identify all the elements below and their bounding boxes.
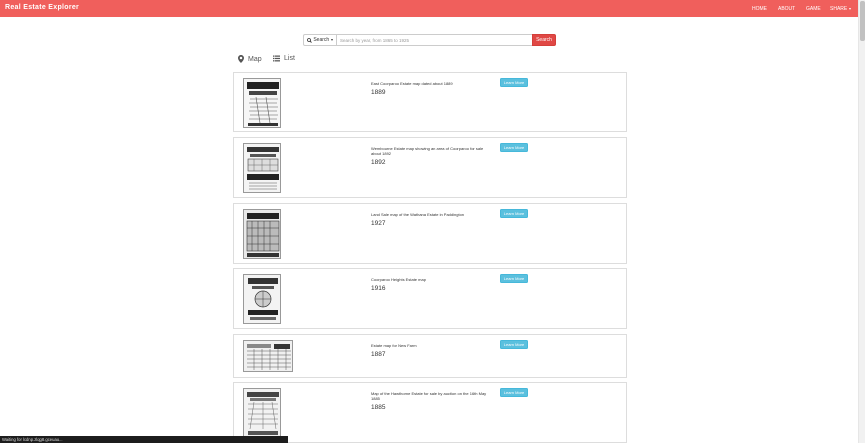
- caret-down-icon: [331, 39, 334, 41]
- listing-description: Map of the Hawthorne Estate for sale by …: [371, 391, 487, 401]
- navbar: Real Estate Explorer HOME ABOUT GAME SHA…: [0, 0, 858, 17]
- page: Real Estate Explorer HOME ABOUT GAME SHA…: [0, 0, 865, 443]
- listing-year: 1887: [371, 351, 386, 358]
- learn-more-button[interactable]: Learn More: [500, 78, 528, 87]
- page-scrollbar[interactable]: [858, 0, 865, 443]
- scrollbar-thumb[interactable]: [860, 1, 865, 41]
- nav-about[interactable]: ABOUT: [778, 6, 795, 12]
- map-marker-icon: [238, 55, 244, 63]
- browser-status-bar: Waiting for lcdnp.zlqg8.gceuau...: [0, 436, 288, 443]
- listing-year: 1889: [371, 89, 386, 96]
- nav-home[interactable]: HOME: [752, 6, 767, 12]
- nav-game[interactable]: GAME: [806, 6, 821, 12]
- search-type-dropdown[interactable]: Search: [303, 34, 337, 46]
- tab-list-label: List: [284, 55, 295, 62]
- search-dropdown-label: Search: [313, 37, 330, 43]
- listing-year: 1885: [371, 404, 386, 411]
- learn-more-button[interactable]: Learn More: [500, 340, 528, 349]
- learn-more-button[interactable]: Learn More: [500, 274, 528, 283]
- estate-map-thumbnail[interactable]: [243, 340, 293, 372]
- listing-description: Estate map for New Farm: [371, 343, 417, 348]
- listing-card: East Coorparoo Estate map dated about 18…: [233, 72, 627, 132]
- list-icon: [273, 55, 280, 62]
- brand-title[interactable]: Real Estate Explorer: [5, 4, 79, 11]
- listing-year: 1916: [371, 285, 386, 292]
- listing-card: Land Sale map of the Wathana Estate in P…: [233, 203, 627, 264]
- nav-share-label: SHARE: [830, 6, 848, 12]
- learn-more-button[interactable]: Learn More: [500, 143, 528, 152]
- nav-share[interactable]: SHARE: [830, 6, 852, 12]
- listing-description: Land Sale map of the Wathana Estate in P…: [371, 212, 465, 217]
- listing-description: Coorparoo Heights Estate map: [371, 277, 426, 282]
- estate-map-thumbnail[interactable]: [243, 143, 281, 193]
- estate-map-thumbnail[interactable]: [243, 274, 281, 324]
- caret-down-icon: [849, 7, 852, 10]
- listing-card: Coorparoo Heights Estate map 1916 Learn …: [233, 268, 627, 329]
- tab-list[interactable]: List: [273, 55, 295, 62]
- listing-description: Wembourne Estate map showing an area of …: [371, 146, 484, 156]
- listing-year: 1892: [371, 159, 386, 166]
- search-input[interactable]: [337, 34, 533, 46]
- tab-map-label: Map: [248, 55, 262, 63]
- tab-map[interactable]: Map: [238, 55, 262, 63]
- listing-description: East Coorparoo Estate map dated about 18…: [371, 81, 453, 86]
- estate-map-thumbnail[interactable]: [243, 388, 281, 438]
- learn-more-button[interactable]: Learn More: [500, 209, 528, 218]
- listing-year: 1927: [371, 220, 386, 227]
- listing-card: Estate map for New Farm 1887 Learn More: [233, 334, 627, 378]
- search-button[interactable]: Search: [532, 34, 556, 46]
- learn-more-button[interactable]: Learn More: [500, 388, 528, 397]
- search-icon: [306, 37, 312, 43]
- estate-map-thumbnail[interactable]: [243, 78, 281, 128]
- estate-map-thumbnail[interactable]: [243, 209, 281, 259]
- listing-card: Map of the Hawthorne Estate for sale by …: [233, 382, 627, 443]
- listing-card: Wembourne Estate map showing an area of …: [233, 137, 627, 198]
